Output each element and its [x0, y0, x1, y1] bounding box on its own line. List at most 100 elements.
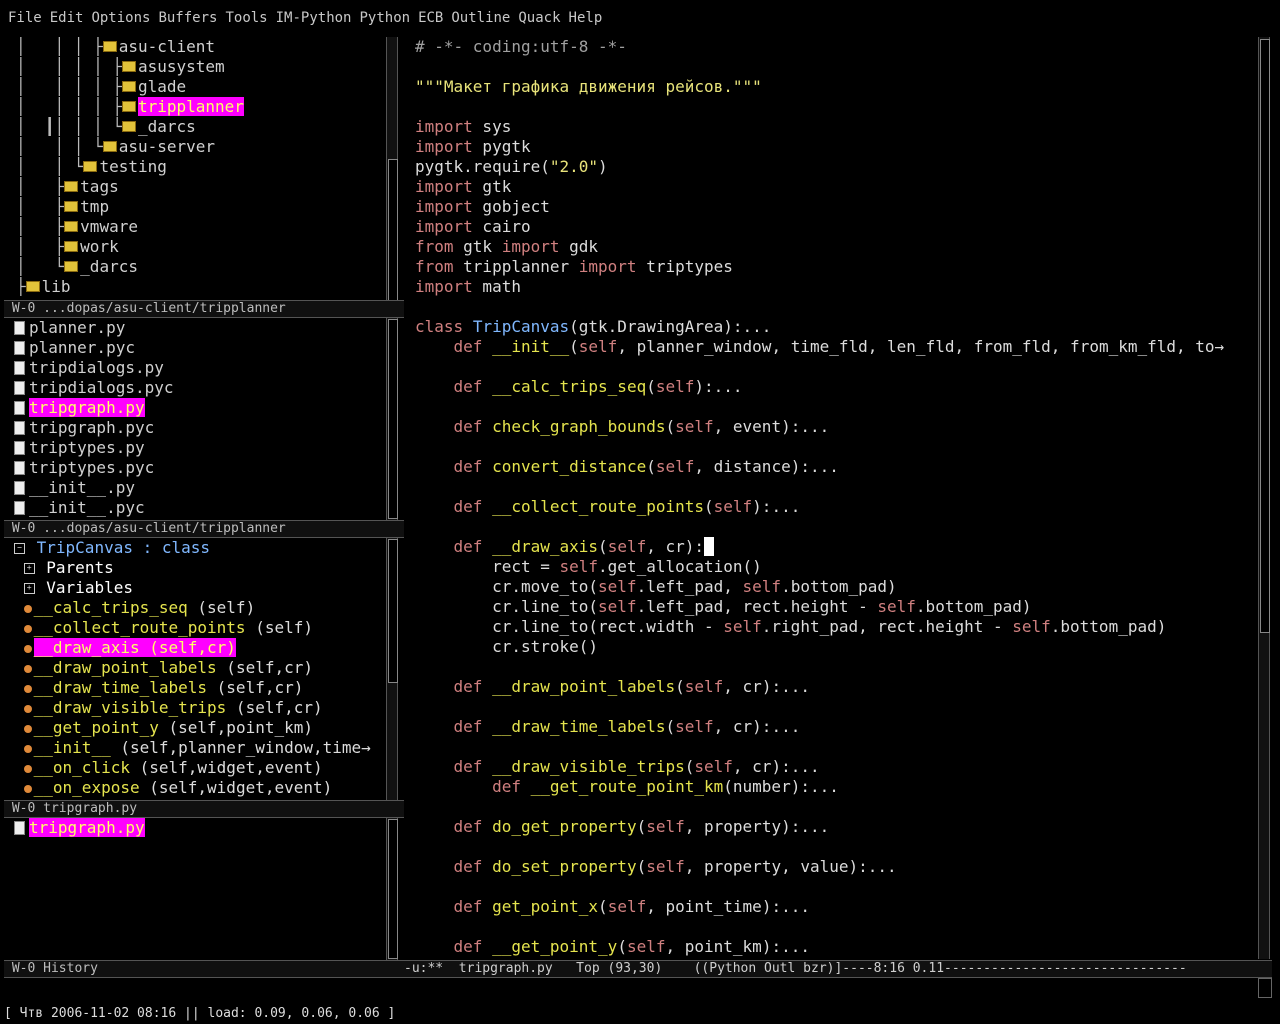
group-icon [37, 578, 47, 597]
method-item[interactable]: __on_click (self,widget,event) [14, 758, 384, 778]
tree-guide: │ │ └ [16, 157, 84, 176]
scrollbar-thumb[interactable] [388, 319, 398, 519]
file-icon [14, 460, 25, 475]
method-name: __get_point_y [33, 718, 159, 737]
class-node[interactable]: − TripCanvas : class [14, 538, 384, 558]
method-icon [23, 704, 32, 713]
file-icon [14, 360, 25, 375]
directory-item[interactable]: │ │ │ │ ├ asusystem [16, 57, 384, 77]
source-file-item[interactable]: tripdialogs.py [14, 358, 384, 378]
history-item[interactable]: tripgraph.py [14, 818, 384, 838]
menu-item-file[interactable]: File [8, 10, 42, 26]
directories-scrollbar[interactable] [386, 37, 398, 301]
method-item[interactable]: __init__ (self,planner_window,time→ [14, 738, 384, 758]
scrollbar-thumb[interactable] [388, 819, 398, 959]
expand-icon[interactable]: + [23, 583, 35, 594]
scrollbar-thumb[interactable] [388, 159, 398, 301]
ecb-methods-pane[interactable]: − TripCanvas : class + Parents + Variabl… [14, 538, 384, 800]
code-line: def do_set_property(self, property, valu… [453, 857, 897, 876]
method-item[interactable]: __calc_trips_seq (self) [14, 598, 384, 618]
code-line: import gobject [415, 197, 550, 216]
method-args: (self,cr) [226, 698, 323, 717]
scrollbar-thumb[interactable] [388, 539, 398, 683]
directory-item[interactable]: │ ├ work [16, 237, 384, 257]
ecb-sources-pane[interactable]: planner.py planner.pyc tripdialogs.py tripd… [14, 318, 384, 520]
method-icon [23, 604, 32, 613]
directory-item[interactable]: │ ├ vmware [16, 217, 384, 237]
method-args: (self,widget,event) [139, 778, 333, 797]
method-item[interactable]: __get_point_y (self,point_km) [14, 718, 384, 738]
directory-item[interactable]: │ ┃│ │ │ └ _darcs [16, 117, 384, 137]
ecb-directories-pane[interactable]: │ │ │ ├ asu-client │ │ │ │ ├ asusystem │ │ │… [16, 37, 384, 300]
tree-guide [14, 718, 24, 737]
source-file-item[interactable]: planner.pyc [14, 338, 384, 358]
code-line: pygtk.require("2.0") [415, 157, 608, 176]
menu-item-python[interactable]: Python [359, 10, 410, 26]
source-file-item[interactable]: tripgraph.py [14, 398, 384, 418]
method-item[interactable]: __draw_visible_trips (self,cr) [14, 698, 384, 718]
method-item[interactable]: __draw_point_labels (self,cr) [14, 658, 384, 678]
file-icon [14, 480, 25, 495]
method-item[interactable]: __on_expose (self,widget,event) [14, 778, 384, 798]
collapse-icon[interactable]: − [14, 543, 25, 554]
directories-modeline: W-0 ...dopas/asu-client/tripplanner [4, 300, 404, 318]
ecb-history-pane[interactable]: tripgraph.py [14, 818, 384, 960]
code-line: cr.stroke() [415, 637, 599, 656]
menu-item-buffers[interactable]: Buffers [158, 10, 217, 26]
source-file-item[interactable]: __init__.pyc [14, 498, 384, 518]
folder-icon [121, 101, 136, 112]
editor-scrollbar[interactable] [1258, 37, 1270, 959]
menu-item-tools[interactable]: Tools [225, 10, 267, 26]
directory-item[interactable]: │ ├ tmp [16, 197, 384, 217]
directory-item[interactable]: │ │ │ │ ├ tripplanner [16, 97, 384, 117]
menu-item-quack[interactable]: Quack [518, 10, 560, 26]
code-editor[interactable]: # -*- coding:utf-8 -*- """Макет графика … [415, 37, 1255, 959]
source-file-item[interactable]: triptypes.pyc [14, 458, 384, 478]
expand-icon[interactable]: + [23, 563, 35, 574]
menu-item-outline[interactable]: Outline [451, 10, 510, 26]
method-name: __calc_trips_seq [33, 598, 188, 617]
menu-item-options[interactable]: Options [91, 10, 150, 26]
minibuffer-scrollbar[interactable] [1258, 978, 1272, 998]
directory-name: asu-server [118, 137, 216, 156]
directory-item[interactable]: │ │ │ └ asu-server [16, 137, 384, 157]
directory-name: _darcs [137, 117, 196, 136]
methods-scrollbar[interactable] [386, 538, 398, 800]
history-scrollbar[interactable] [386, 818, 398, 960]
directory-item[interactable]: ├ lib [16, 277, 384, 297]
method-item[interactable]: __draw_time_labels (self,cr) [14, 678, 384, 698]
menu-item-im-python[interactable]: IM-Python [276, 10, 352, 26]
code-line: class TripCanvas(gtk.DrawingArea):... [415, 317, 772, 336]
source-file-item[interactable]: tripgraph.pyc [14, 418, 384, 438]
directory-item[interactable]: │ │ └ testing [16, 157, 384, 177]
method-item[interactable]: __draw_axis (self,cr) [14, 638, 384, 658]
file-icon [14, 420, 25, 435]
tree-guide [14, 618, 24, 637]
directory-item[interactable]: │ └ _darcs [16, 257, 384, 277]
method-item[interactable]: __collect_route_points (self) [14, 618, 384, 638]
code-line: import pygtk [415, 137, 531, 156]
tree-group-parents[interactable]: + Parents [14, 558, 384, 578]
source-file-item[interactable]: triptypes.py [14, 438, 384, 458]
method-name: __on_expose [33, 778, 140, 797]
folder-icon [64, 181, 79, 192]
directory-item[interactable]: │ ├ tags [16, 177, 384, 197]
tree-group-variables[interactable]: + Variables [14, 578, 384, 598]
sources-scrollbar[interactable] [386, 318, 398, 520]
method-icon [23, 784, 32, 793]
method-icon [23, 764, 32, 773]
source-file-item[interactable]: __init__.py [14, 478, 384, 498]
directory-name: tmp [80, 197, 110, 216]
source-file-item[interactable]: tripdialogs.pyc [14, 378, 384, 398]
method-signature: __on_click (self,widget,event) [34, 758, 323, 777]
source-file-item[interactable]: planner.py [14, 318, 384, 338]
menu-item-help[interactable]: Help [569, 10, 603, 26]
scrollbar-thumb[interactable] [1260, 39, 1270, 633]
directory-item[interactable]: │ │ │ │ ├ glade [16, 77, 384, 97]
menu-item-ecb[interactable]: ECB [418, 10, 443, 26]
source-file-name: triptypes.py [29, 438, 145, 457]
method-signature: __on_expose (self,widget,event) [34, 778, 333, 797]
method-signature: __draw_axis (self,cr) [33, 638, 236, 657]
directory-item[interactable]: │ │ │ ├ asu-client [16, 37, 384, 57]
menu-item-edit[interactable]: Edit [50, 10, 84, 26]
